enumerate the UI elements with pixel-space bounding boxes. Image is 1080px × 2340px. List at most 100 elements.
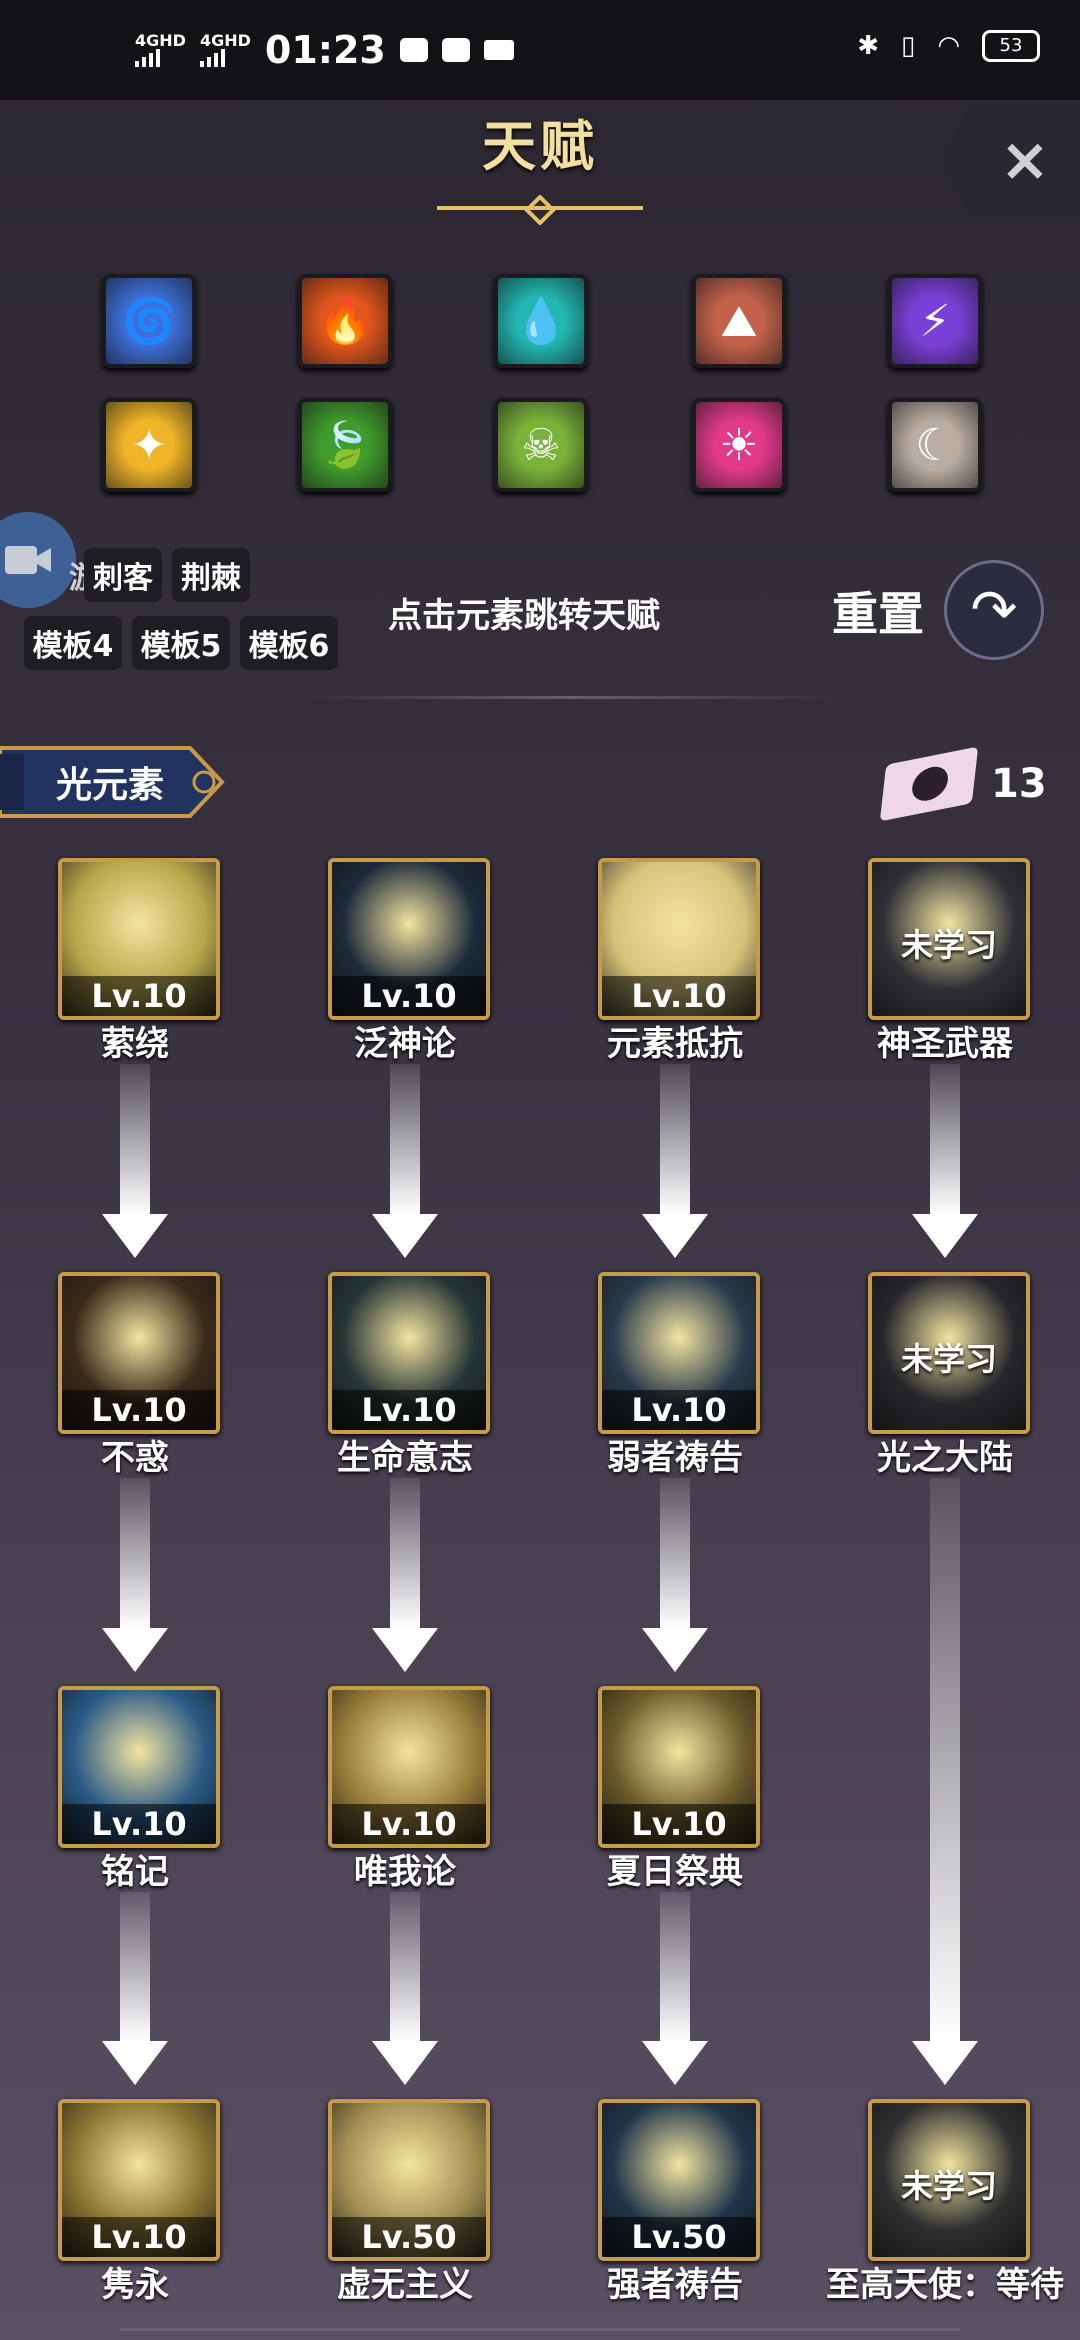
moon-icon[interactable]: ☾ <box>888 398 982 492</box>
skill-level: Lv.10 <box>332 1390 486 1430</box>
status-left: 4GHD 4GHD 01:23 <box>135 28 514 72</box>
skill-node[interactable]: Lv.10 <box>58 1686 220 1848</box>
arrow-head <box>102 1628 168 1672</box>
skill-name: 虚无主义 <box>337 2265 473 2305</box>
lightning-icon[interactable]: ⚡ <box>888 274 982 368</box>
skill-node[interactable]: 未学习 <box>868 858 1030 1020</box>
arrow-head <box>372 1214 438 1258</box>
skill-name: 至高天使：等待 <box>826 2265 1064 2305</box>
skill-unlearned-label: 未学习 <box>900 1340 997 1378</box>
skill-node[interactable]: Lv.10 <box>598 858 760 1020</box>
skill-node[interactable]: Lv.50 <box>328 2099 490 2261</box>
template-tag-5[interactable]: 模板5 <box>132 616 230 670</box>
arrow-head <box>912 1214 978 1258</box>
skill-level: Lv.10 <box>602 1804 756 1844</box>
skill-node[interactable]: Lv.10 <box>328 1686 490 1848</box>
title-ornament <box>437 195 643 225</box>
arrow-head <box>642 2041 708 2085</box>
skill-name: 铭记 <box>101 1852 169 1892</box>
light-crystal-icon[interactable]: ✦ <box>102 398 196 492</box>
tree-arrow <box>642 1478 708 1672</box>
tree-arrow <box>642 1892 708 2085</box>
hint-text: 点击元素跳转天赋 <box>388 596 660 636</box>
arrow-head <box>102 1214 168 1258</box>
template-tag-thorns[interactable]: 荆棘 <box>172 548 250 602</box>
arrow-head <box>372 2041 438 2085</box>
clock: 01:23 <box>264 28 386 72</box>
skill-name: 光之大陆 <box>877 1438 1013 1478</box>
skill-node[interactable]: Lv.10 <box>58 1272 220 1434</box>
skill-level: Lv.10 <box>332 1804 486 1844</box>
skill-name: 弱者祷告 <box>607 1438 743 1478</box>
tree-arrow <box>102 1064 168 1258</box>
video-icon <box>483 40 514 60</box>
skill-level: Lv.10 <box>62 1804 216 1844</box>
page-title: 天赋 <box>482 115 598 178</box>
skill-level: Lv.10 <box>602 976 756 1016</box>
section-title: 光元素 <box>56 765 165 806</box>
close-button[interactable]: × <box>1000 125 1050 195</box>
skill-name: 萦绕 <box>101 1024 169 1064</box>
earth-crack-icon[interactable]: ⛰ <box>692 274 786 368</box>
skill-name: 生命意志 <box>337 1438 473 1478</box>
skill-unlearned-label: 未学习 <box>900 2167 997 2205</box>
skill-node[interactable]: 未学习 <box>868 1272 1030 1434</box>
network-label-1: 4GHD <box>135 31 186 50</box>
skill-node[interactable]: 未学习 <box>868 2099 1030 2261</box>
fire-icon[interactable]: 🔥 <box>298 274 392 368</box>
arrow-shaft <box>660 1892 690 2041</box>
skull-icon[interactable]: ☠ <box>494 398 588 492</box>
arrow-shaft <box>930 1064 960 1214</box>
talent-points-value: 13 <box>991 761 1047 807</box>
signal-2-icon: 4GHD <box>199 31 251 67</box>
arrow-shaft <box>390 1478 420 1628</box>
talent-points: 13 <box>879 746 1047 822</box>
arrow-shaft <box>660 1064 690 1214</box>
template-tag-assassin[interactable]: 刺客 <box>84 548 162 602</box>
skill-node[interactable]: Lv.50 <box>598 2099 760 2261</box>
skill-name: 强者祷告 <box>607 2265 743 2305</box>
skill-name: 元素抵抗 <box>607 1024 743 1064</box>
battery-icon: 53 <box>982 30 1040 62</box>
arrow-shaft <box>390 1064 420 1214</box>
tree-arrow <box>912 1478 978 2085</box>
tree-arrow <box>102 1478 168 1672</box>
skill-node[interactable]: Lv.10 <box>598 1686 760 1848</box>
water-drop-icon[interactable]: 💧 <box>494 274 588 368</box>
tornado-icon[interactable]: 🌀 <box>102 274 196 368</box>
network-label-2: 4GHD <box>199 31 251 50</box>
skill-node[interactable]: Lv.10 <box>58 2099 220 2261</box>
sun-icon[interactable]: ☀ <box>692 398 786 492</box>
skill-level: Lv.10 <box>62 2217 216 2257</box>
skill-name: 夏日祭典 <box>607 1852 743 1892</box>
video-icon <box>5 546 51 574</box>
arrow-shaft <box>930 1478 960 2041</box>
skill-node[interactable]: Lv.10 <box>328 858 490 1020</box>
skill-name: 不惑 <box>101 1438 169 1478</box>
signal-1-icon: 4GHD <box>135 33 186 67</box>
leaf-icon[interactable]: 🍃 <box>298 398 392 492</box>
status-right: ✱ ▯ ◠ 53 <box>857 30 1040 62</box>
arrow-head <box>642 1214 708 1258</box>
template-tag-4[interactable]: 模板4 <box>24 616 122 670</box>
skill-name: 唯我论 <box>354 1852 456 1892</box>
tree-arrow <box>372 1064 438 1258</box>
redo-icon: ↷ <box>970 577 1018 643</box>
skill-node[interactable]: Lv.10 <box>328 1272 490 1434</box>
reset-label[interactable]: 重置 <box>832 578 924 644</box>
reset-button[interactable]: ↷ <box>944 560 1044 660</box>
status-bar: 4GHD 4GHD 01:23 ✱ ▯ ◠ 53 <box>0 0 1080 100</box>
divider <box>300 696 840 699</box>
arrow-head <box>642 1628 708 1672</box>
arrow-shaft <box>120 1478 150 1628</box>
skill-name: 隽永 <box>101 2265 169 2305</box>
skill-name: 泛神论 <box>354 1024 456 1064</box>
arrow-shaft <box>120 1892 150 2041</box>
skill-node[interactable]: Lv.10 <box>598 1272 760 1434</box>
skill-level: Lv.50 <box>332 2217 486 2257</box>
skill-unlearned-label: 未学习 <box>900 926 997 964</box>
tree-arrow <box>372 1892 438 2085</box>
skill-node[interactable]: Lv.10 <box>58 858 220 1020</box>
template-tag-6[interactable]: 模板6 <box>240 616 338 670</box>
tree-arrow <box>642 1064 708 1258</box>
